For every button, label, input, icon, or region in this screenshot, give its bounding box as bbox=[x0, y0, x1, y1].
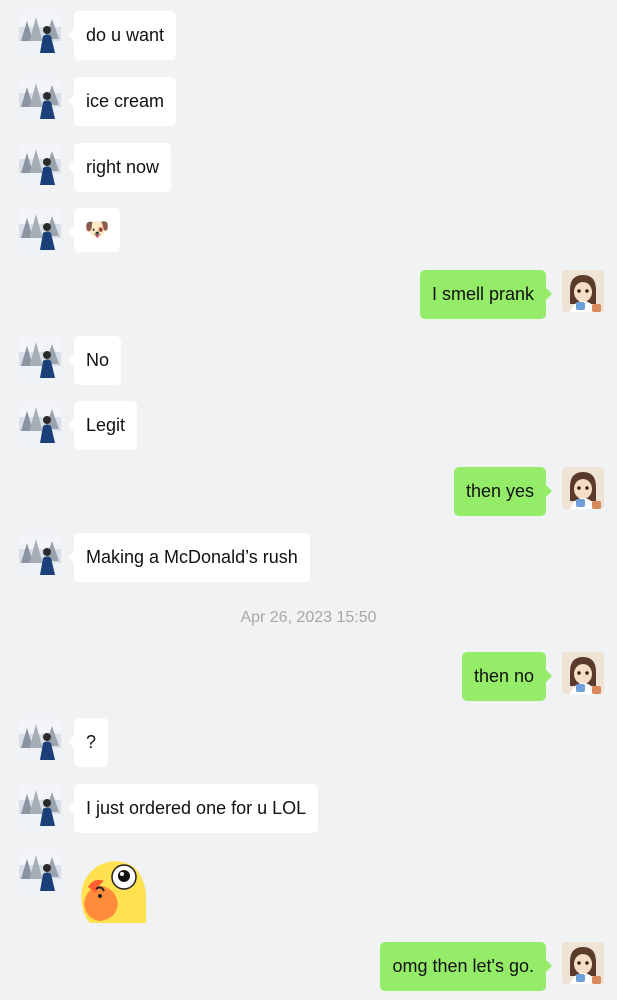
message-row bbox=[0, 849, 617, 925]
contact-avatar[interactable] bbox=[19, 11, 61, 53]
message-row: Legit bbox=[0, 401, 617, 451]
message-row: omg then let's go. bbox=[0, 942, 617, 992]
message-row: ? bbox=[0, 718, 617, 768]
emoji-bubble[interactable]: 🐶 bbox=[68, 208, 120, 252]
message-row: I just ordered one for u LOL bbox=[0, 784, 617, 834]
contact-avatar[interactable] bbox=[19, 401, 61, 443]
message-bubble[interactable]: do u want bbox=[67, 11, 177, 60]
message-bubble[interactable]: right now bbox=[67, 143, 172, 192]
self-avatar[interactable] bbox=[562, 270, 604, 312]
self-avatar[interactable] bbox=[562, 942, 604, 984]
contact-avatar[interactable] bbox=[19, 718, 61, 760]
message-bubble[interactable]: I just ordered one for u LOL bbox=[67, 784, 319, 833]
contact-avatar[interactable] bbox=[19, 533, 61, 575]
message-bubble[interactable]: No bbox=[67, 336, 122, 385]
contact-avatar[interactable] bbox=[19, 208, 61, 250]
message-row: I smell prank bbox=[0, 270, 617, 320]
message-bubble[interactable]: ice cream bbox=[67, 77, 177, 126]
message-row: No bbox=[0, 336, 617, 386]
message-row: 🐶 bbox=[0, 208, 617, 258]
message-row: do u want bbox=[0, 11, 617, 61]
contact-avatar[interactable] bbox=[19, 336, 61, 378]
contact-avatar[interactable] bbox=[19, 143, 61, 185]
message-bubble[interactable]: then no bbox=[461, 652, 553, 701]
contact-avatar[interactable] bbox=[19, 849, 61, 891]
message-bubble[interactable]: I smell prank bbox=[419, 270, 553, 319]
self-avatar[interactable] bbox=[562, 467, 604, 509]
message-row: then no bbox=[0, 652, 617, 702]
message-bubble[interactable]: Making a McDonald’s rush bbox=[68, 533, 310, 582]
timestamp-label: Apr 26, 2023 15:50 bbox=[240, 609, 377, 626]
message-bubble[interactable]: omg then let's go. bbox=[380, 942, 552, 991]
self-avatar[interactable] bbox=[562, 652, 604, 694]
contact-avatar[interactable] bbox=[19, 784, 61, 826]
parrot-sticker-icon[interactable] bbox=[76, 849, 148, 923]
message-row: Making a McDonald’s rush bbox=[0, 533, 617, 583]
contact-avatar[interactable] bbox=[19, 77, 61, 119]
message-row: then yes bbox=[0, 467, 617, 517]
message-bubble[interactable]: ? bbox=[67, 718, 109, 767]
message-row: ice cream bbox=[0, 77, 617, 127]
message-bubble[interactable]: Legit bbox=[67, 401, 138, 450]
message-row: right now bbox=[0, 143, 617, 193]
message-bubble[interactable]: then yes bbox=[453, 467, 553, 516]
doge-emoji-icon: 🐶 bbox=[84, 219, 110, 241]
